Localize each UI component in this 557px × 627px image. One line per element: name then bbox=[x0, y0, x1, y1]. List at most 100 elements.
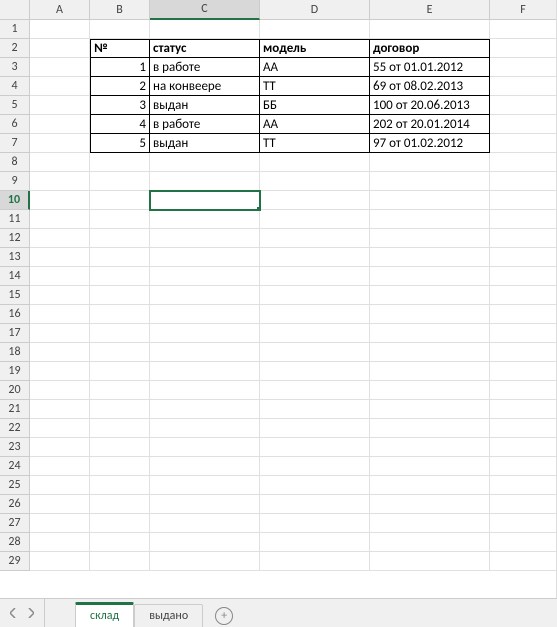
cell[interactable] bbox=[490, 514, 557, 533]
cell[interactable]: № bbox=[90, 39, 150, 58]
cell[interactable] bbox=[260, 381, 370, 400]
cell[interactable] bbox=[30, 495, 90, 514]
cell[interactable] bbox=[30, 362, 90, 381]
cell[interactable] bbox=[370, 438, 490, 457]
cell[interactable] bbox=[370, 267, 490, 286]
cell[interactable]: 97 от 01.02.2012 bbox=[370, 134, 490, 153]
cell[interactable] bbox=[490, 248, 557, 267]
cell[interactable] bbox=[150, 533, 260, 552]
cell[interactable] bbox=[490, 324, 557, 343]
cell[interactable]: статус bbox=[150, 39, 260, 58]
cell[interactable] bbox=[260, 438, 370, 457]
cell[interactable] bbox=[30, 324, 90, 343]
row-header[interactable]: 20 bbox=[0, 381, 30, 400]
cell[interactable]: в работе bbox=[150, 58, 260, 77]
cell[interactable] bbox=[30, 400, 90, 419]
cell[interactable] bbox=[30, 39, 90, 58]
cell[interactable] bbox=[90, 514, 150, 533]
selected-cell[interactable] bbox=[150, 191, 260, 210]
row-header[interactable]: 9 bbox=[0, 172, 30, 191]
cell[interactable] bbox=[90, 343, 150, 362]
cell[interactable] bbox=[150, 514, 260, 533]
row-header[interactable]: 10 bbox=[0, 191, 30, 210]
cell[interactable] bbox=[260, 286, 370, 305]
cell[interactable] bbox=[30, 172, 90, 191]
sheet-tab-active[interactable]: склад bbox=[75, 602, 134, 627]
cell[interactable] bbox=[260, 476, 370, 495]
cell[interactable] bbox=[30, 552, 90, 571]
cell[interactable] bbox=[490, 191, 557, 210]
cell[interactable] bbox=[30, 305, 90, 324]
cell[interactable] bbox=[370, 305, 490, 324]
cell[interactable] bbox=[490, 343, 557, 362]
cell[interactable] bbox=[90, 286, 150, 305]
cell[interactable] bbox=[30, 381, 90, 400]
cell[interactable]: АА bbox=[260, 115, 370, 134]
row-header[interactable]: 8 bbox=[0, 153, 30, 172]
sheet-tab-other[interactable]: выдано bbox=[134, 604, 203, 627]
cell[interactable] bbox=[260, 533, 370, 552]
cell[interactable] bbox=[370, 419, 490, 438]
cell[interactable] bbox=[370, 286, 490, 305]
cell[interactable]: 100 от 20.06.2013 bbox=[370, 96, 490, 115]
cell[interactable] bbox=[30, 115, 90, 134]
cell[interactable] bbox=[490, 229, 557, 248]
row-header[interactable]: 7 bbox=[0, 134, 30, 153]
row-header[interactable]: 13 bbox=[0, 248, 30, 267]
cell[interactable] bbox=[90, 153, 150, 172]
cell[interactable] bbox=[260, 552, 370, 571]
cell[interactable] bbox=[490, 400, 557, 419]
cell[interactable] bbox=[260, 20, 370, 39]
row-header[interactable]: 24 bbox=[0, 457, 30, 476]
cell[interactable] bbox=[30, 210, 90, 229]
cell[interactable] bbox=[370, 457, 490, 476]
cell[interactable] bbox=[90, 305, 150, 324]
cell[interactable] bbox=[90, 210, 150, 229]
cell[interactable]: ТТ bbox=[260, 77, 370, 96]
cell[interactable] bbox=[30, 96, 90, 115]
cell[interactable] bbox=[370, 343, 490, 362]
row-header[interactable]: 28 bbox=[0, 533, 30, 552]
cell[interactable] bbox=[30, 191, 90, 210]
row-header[interactable]: 29 bbox=[0, 552, 30, 571]
cell[interactable] bbox=[370, 514, 490, 533]
cell[interactable] bbox=[30, 248, 90, 267]
cell[interactable] bbox=[370, 153, 490, 172]
cell[interactable] bbox=[490, 267, 557, 286]
cell[interactable]: договор bbox=[370, 39, 490, 58]
cell[interactable] bbox=[490, 552, 557, 571]
cell[interactable] bbox=[490, 438, 557, 457]
cell[interactable]: 2 bbox=[90, 77, 150, 96]
cell[interactable] bbox=[370, 362, 490, 381]
cell[interactable] bbox=[150, 495, 260, 514]
cell[interactable]: модель bbox=[260, 39, 370, 58]
cell[interactable] bbox=[150, 362, 260, 381]
cell[interactable]: выдан bbox=[150, 96, 260, 115]
cell[interactable]: 3 bbox=[90, 96, 150, 115]
row-header[interactable]: 1 bbox=[0, 20, 30, 39]
cell[interactable] bbox=[490, 457, 557, 476]
cell[interactable] bbox=[150, 267, 260, 286]
row-header[interactable]: 3 bbox=[0, 58, 30, 77]
tab-nav-next-icon[interactable] bbox=[24, 606, 38, 620]
row-header[interactable]: 6 bbox=[0, 115, 30, 134]
cell[interactable] bbox=[260, 343, 370, 362]
cell[interactable] bbox=[90, 533, 150, 552]
cell[interactable] bbox=[30, 58, 90, 77]
cell[interactable] bbox=[90, 172, 150, 191]
cell[interactable]: 5 bbox=[90, 134, 150, 153]
cell[interactable] bbox=[150, 210, 260, 229]
cell[interactable]: на конвеере bbox=[150, 77, 260, 96]
cell[interactable] bbox=[490, 20, 557, 39]
select-all-corner[interactable] bbox=[0, 0, 30, 20]
cell[interactable] bbox=[30, 476, 90, 495]
row-header[interactable]: 23 bbox=[0, 438, 30, 457]
cell[interactable] bbox=[30, 153, 90, 172]
cell[interactable] bbox=[30, 343, 90, 362]
cell[interactable] bbox=[150, 457, 260, 476]
cell[interactable] bbox=[490, 172, 557, 191]
cell[interactable] bbox=[150, 20, 260, 39]
row-header[interactable]: 18 bbox=[0, 343, 30, 362]
cell[interactable] bbox=[260, 305, 370, 324]
cell[interactable] bbox=[30, 20, 90, 39]
